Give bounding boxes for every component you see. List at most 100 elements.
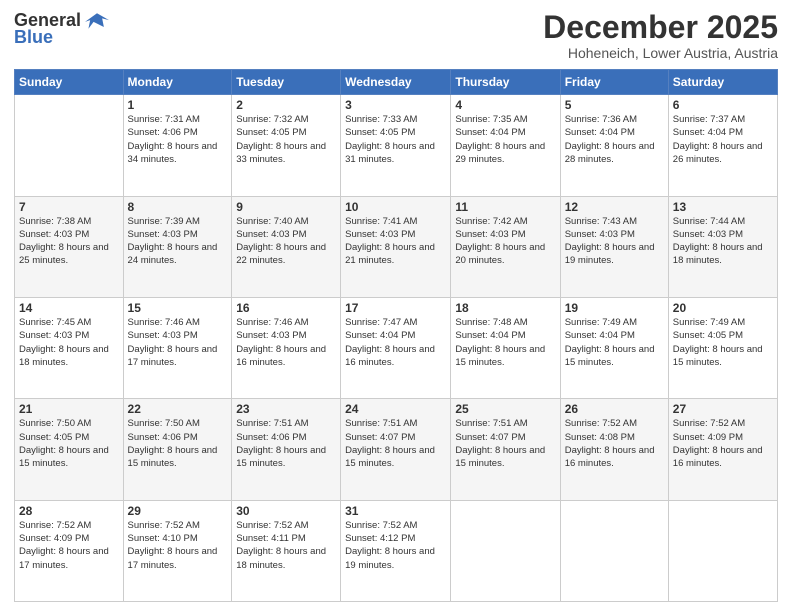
day-number: 30 xyxy=(236,504,336,518)
day-info: Sunrise: 7:44 AM Sunset: 4:03 PM Dayligh… xyxy=(673,215,773,268)
location-subtitle: Hoheneich, Lower Austria, Austria xyxy=(543,45,778,61)
day-info: Sunrise: 7:51 AM Sunset: 4:07 PM Dayligh… xyxy=(455,417,555,470)
calendar-day-cell: 24Sunrise: 7:51 AM Sunset: 4:07 PM Dayli… xyxy=(341,399,451,500)
day-number: 7 xyxy=(19,200,119,214)
weekday-header: Wednesday xyxy=(341,70,451,95)
day-info: Sunrise: 7:40 AM Sunset: 4:03 PM Dayligh… xyxy=(236,215,336,268)
day-info: Sunrise: 7:31 AM Sunset: 4:06 PM Dayligh… xyxy=(128,113,228,166)
weekday-header: Thursday xyxy=(451,70,560,95)
day-info: Sunrise: 7:51 AM Sunset: 4:07 PM Dayligh… xyxy=(345,417,446,470)
day-number: 1 xyxy=(128,98,228,112)
calendar-day-cell: 4Sunrise: 7:35 AM Sunset: 4:04 PM Daylig… xyxy=(451,95,560,196)
day-info: Sunrise: 7:52 AM Sunset: 4:11 PM Dayligh… xyxy=(236,519,336,572)
day-number: 8 xyxy=(128,200,228,214)
calendar-day-cell: 6Sunrise: 7:37 AM Sunset: 4:04 PM Daylig… xyxy=(668,95,777,196)
calendar-day-cell: 12Sunrise: 7:43 AM Sunset: 4:03 PM Dayli… xyxy=(560,196,668,297)
day-info: Sunrise: 7:52 AM Sunset: 4:08 PM Dayligh… xyxy=(565,417,664,470)
day-info: Sunrise: 7:52 AM Sunset: 4:09 PM Dayligh… xyxy=(19,519,119,572)
month-title: December 2025 xyxy=(543,10,778,45)
calendar-day-cell: 31Sunrise: 7:52 AM Sunset: 4:12 PM Dayli… xyxy=(341,500,451,601)
calendar-day-cell: 15Sunrise: 7:46 AM Sunset: 4:03 PM Dayli… xyxy=(123,297,232,398)
calendar-day-cell: 25Sunrise: 7:51 AM Sunset: 4:07 PM Dayli… xyxy=(451,399,560,500)
day-number: 29 xyxy=(128,504,228,518)
day-number: 21 xyxy=(19,402,119,416)
day-number: 16 xyxy=(236,301,336,315)
day-info: Sunrise: 7:46 AM Sunset: 4:03 PM Dayligh… xyxy=(236,316,336,369)
calendar-day-cell: 16Sunrise: 7:46 AM Sunset: 4:03 PM Dayli… xyxy=(232,297,341,398)
weekday-header: Saturday xyxy=(668,70,777,95)
day-number: 3 xyxy=(345,98,446,112)
day-number: 20 xyxy=(673,301,773,315)
day-number: 14 xyxy=(19,301,119,315)
calendar-day-cell xyxy=(560,500,668,601)
calendar-day-cell xyxy=(451,500,560,601)
calendar-day-cell xyxy=(668,500,777,601)
day-number: 23 xyxy=(236,402,336,416)
day-number: 31 xyxy=(345,504,446,518)
calendar-day-cell: 27Sunrise: 7:52 AM Sunset: 4:09 PM Dayli… xyxy=(668,399,777,500)
calendar-day-cell: 28Sunrise: 7:52 AM Sunset: 4:09 PM Dayli… xyxy=(15,500,124,601)
calendar-day-cell: 29Sunrise: 7:52 AM Sunset: 4:10 PM Dayli… xyxy=(123,500,232,601)
logo-bird-icon xyxy=(85,11,109,31)
weekday-header: Monday xyxy=(123,70,232,95)
calendar-day-cell xyxy=(15,95,124,196)
day-number: 6 xyxy=(673,98,773,112)
day-info: Sunrise: 7:39 AM Sunset: 4:03 PM Dayligh… xyxy=(128,215,228,268)
calendar-day-cell: 11Sunrise: 7:42 AM Sunset: 4:03 PM Dayli… xyxy=(451,196,560,297)
day-info: Sunrise: 7:46 AM Sunset: 4:03 PM Dayligh… xyxy=(128,316,228,369)
weekday-header: Friday xyxy=(560,70,668,95)
day-info: Sunrise: 7:48 AM Sunset: 4:04 PM Dayligh… xyxy=(455,316,555,369)
calendar-day-cell: 17Sunrise: 7:47 AM Sunset: 4:04 PM Dayli… xyxy=(341,297,451,398)
calendar-day-cell: 9Sunrise: 7:40 AM Sunset: 4:03 PM Daylig… xyxy=(232,196,341,297)
calendar-day-cell: 26Sunrise: 7:52 AM Sunset: 4:08 PM Dayli… xyxy=(560,399,668,500)
page: General Blue December 2025 Hoheneich, Lo… xyxy=(0,0,792,612)
day-number: 26 xyxy=(565,402,664,416)
calendar-week-row: 1Sunrise: 7:31 AM Sunset: 4:06 PM Daylig… xyxy=(15,95,778,196)
day-number: 19 xyxy=(565,301,664,315)
day-info: Sunrise: 7:49 AM Sunset: 4:04 PM Dayligh… xyxy=(565,316,664,369)
day-number: 4 xyxy=(455,98,555,112)
day-info: Sunrise: 7:50 AM Sunset: 4:05 PM Dayligh… xyxy=(19,417,119,470)
day-info: Sunrise: 7:42 AM Sunset: 4:03 PM Dayligh… xyxy=(455,215,555,268)
day-info: Sunrise: 7:35 AM Sunset: 4:04 PM Dayligh… xyxy=(455,113,555,166)
day-number: 24 xyxy=(345,402,446,416)
calendar-body: 1Sunrise: 7:31 AM Sunset: 4:06 PM Daylig… xyxy=(15,95,778,602)
title-area: December 2025 Hoheneich, Lower Austria, … xyxy=(543,10,778,61)
calendar-day-cell: 8Sunrise: 7:39 AM Sunset: 4:03 PM Daylig… xyxy=(123,196,232,297)
calendar-day-cell: 18Sunrise: 7:48 AM Sunset: 4:04 PM Dayli… xyxy=(451,297,560,398)
calendar-day-cell: 3Sunrise: 7:33 AM Sunset: 4:05 PM Daylig… xyxy=(341,95,451,196)
calendar-table: SundayMondayTuesdayWednesdayThursdayFrid… xyxy=(14,69,778,602)
day-number: 22 xyxy=(128,402,228,416)
day-info: Sunrise: 7:41 AM Sunset: 4:03 PM Dayligh… xyxy=(345,215,446,268)
calendar-day-cell: 21Sunrise: 7:50 AM Sunset: 4:05 PM Dayli… xyxy=(15,399,124,500)
weekday-header: Sunday xyxy=(15,70,124,95)
calendar-day-cell: 23Sunrise: 7:51 AM Sunset: 4:06 PM Dayli… xyxy=(232,399,341,500)
day-number: 25 xyxy=(455,402,555,416)
day-number: 2 xyxy=(236,98,336,112)
day-info: Sunrise: 7:51 AM Sunset: 4:06 PM Dayligh… xyxy=(236,417,336,470)
calendar-week-row: 14Sunrise: 7:45 AM Sunset: 4:03 PM Dayli… xyxy=(15,297,778,398)
calendar-header-row: SundayMondayTuesdayWednesdayThursdayFrid… xyxy=(15,70,778,95)
day-number: 15 xyxy=(128,301,228,315)
day-number: 28 xyxy=(19,504,119,518)
day-info: Sunrise: 7:47 AM Sunset: 4:04 PM Dayligh… xyxy=(345,316,446,369)
day-number: 5 xyxy=(565,98,664,112)
day-info: Sunrise: 7:49 AM Sunset: 4:05 PM Dayligh… xyxy=(673,316,773,369)
day-number: 11 xyxy=(455,200,555,214)
day-info: Sunrise: 7:32 AM Sunset: 4:05 PM Dayligh… xyxy=(236,113,336,166)
calendar-day-cell: 20Sunrise: 7:49 AM Sunset: 4:05 PM Dayli… xyxy=(668,297,777,398)
day-number: 13 xyxy=(673,200,773,214)
header: General Blue December 2025 Hoheneich, Lo… xyxy=(14,10,778,61)
day-number: 18 xyxy=(455,301,555,315)
day-number: 17 xyxy=(345,301,446,315)
weekday-header: Tuesday xyxy=(232,70,341,95)
day-number: 9 xyxy=(236,200,336,214)
calendar-week-row: 7Sunrise: 7:38 AM Sunset: 4:03 PM Daylig… xyxy=(15,196,778,297)
day-info: Sunrise: 7:37 AM Sunset: 4:04 PM Dayligh… xyxy=(673,113,773,166)
day-info: Sunrise: 7:52 AM Sunset: 4:10 PM Dayligh… xyxy=(128,519,228,572)
calendar-day-cell: 10Sunrise: 7:41 AM Sunset: 4:03 PM Dayli… xyxy=(341,196,451,297)
day-info: Sunrise: 7:52 AM Sunset: 4:09 PM Dayligh… xyxy=(673,417,773,470)
calendar-day-cell: 2Sunrise: 7:32 AM Sunset: 4:05 PM Daylig… xyxy=(232,95,341,196)
day-info: Sunrise: 7:33 AM Sunset: 4:05 PM Dayligh… xyxy=(345,113,446,166)
day-info: Sunrise: 7:50 AM Sunset: 4:06 PM Dayligh… xyxy=(128,417,228,470)
